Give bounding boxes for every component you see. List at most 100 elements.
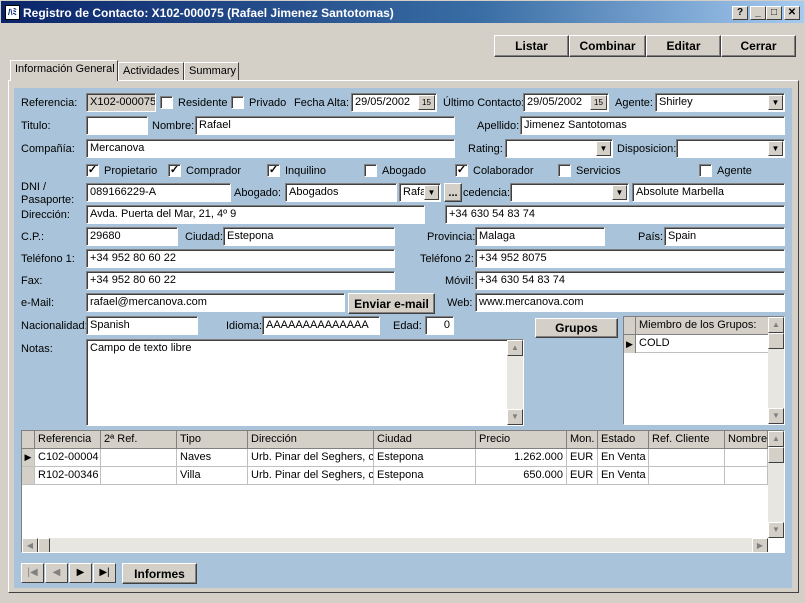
web-field[interactable]: www.mercanova.com — [475, 293, 785, 312]
propietario-checkbox[interactable]: ✓ — [86, 164, 99, 177]
direccion-field[interactable]: Avda. Puerta del Mar, 21, 4º 9 — [86, 205, 425, 224]
inquilino-checkbox[interactable]: ✓ — [267, 164, 280, 177]
procedencia-detail-field[interactable]: Absolute Marbella — [632, 183, 785, 202]
help-button[interactable]: ? — [732, 6, 748, 20]
agente-select[interactable]: Shirley ▼ — [655, 93, 785, 112]
nav-last-button[interactable]: ▶| — [93, 563, 116, 583]
table-cell[interactable]: En Venta — [598, 449, 649, 467]
table-cell[interactable]: 1.262.000 — [476, 449, 567, 467]
scroll-thumb[interactable] — [768, 333, 784, 349]
table-cell[interactable]: Villa — [177, 467, 248, 485]
scroll-down-icon[interactable]: ▼ — [768, 408, 784, 424]
comprador-checkbox[interactable]: ✓ — [168, 164, 181, 177]
tab-summary[interactable]: Summary — [184, 62, 239, 80]
provincia-field[interactable]: Malaga — [475, 227, 605, 246]
tab-informacion-general[interactable]: Información General — [10, 60, 118, 81]
grid-header-mon[interactable]: Mon. — [567, 431, 598, 449]
scroll-down-icon[interactable]: ▼ — [768, 522, 784, 538]
compania-field[interactable]: Mercanova — [86, 139, 455, 158]
nav-first-button[interactable]: |◀ — [21, 563, 44, 583]
nav-prev-button[interactable]: ◀ — [45, 563, 68, 583]
scroll-down-icon[interactable]: ▼ — [507, 409, 523, 425]
table-cell[interactable]: EUR — [567, 467, 598, 485]
dni-field[interactable]: 089166229-A — [86, 183, 231, 202]
grid-header-ciudad[interactable]: Ciudad — [374, 431, 476, 449]
hscroll-thumb[interactable] — [38, 538, 50, 552]
table-cell[interactable] — [649, 467, 725, 485]
grid-header-nombre[interactable]: Nombre — [725, 431, 768, 449]
grid-header-direccion[interactable]: Dirección — [248, 431, 374, 449]
abogado-field[interactable]: Abogados — [285, 183, 397, 202]
idioma-field[interactable]: AAAAAAAAAAAAAA — [262, 316, 380, 335]
cerrar-button[interactable]: Cerrar — [721, 35, 796, 57]
chevron-down-icon[interactable]: ▼ — [768, 95, 783, 110]
scroll-up-icon[interactable]: ▲ — [768, 317, 784, 333]
ciudad-field[interactable]: Estepona — [223, 227, 395, 246]
table-cell[interactable]: Urb. Pinar del Seghers, ca — [248, 467, 374, 485]
chevron-down-icon[interactable]: ▼ — [596, 141, 611, 156]
scroll-up-icon[interactable]: ▲ — [768, 431, 784, 447]
chevron-down-icon[interactable]: ▼ — [424, 185, 439, 200]
nacionalidad-field[interactable]: Spanish — [86, 316, 198, 335]
disposicion-select[interactable]: ▼ — [676, 139, 785, 158]
chevron-down-icon[interactable]: ▼ — [612, 185, 627, 200]
grid-header-tipo[interactable]: Tipo — [177, 431, 248, 449]
table-cell[interactable] — [725, 449, 768, 467]
scroll-up-icon[interactable]: ▲ — [507, 340, 523, 356]
listar-button[interactable]: Listar — [494, 35, 569, 57]
table-cell[interactable]: 650.000 — [476, 467, 567, 485]
nav-next-button[interactable]: ▶ — [69, 563, 92, 583]
calendar-icon[interactable]: 15 — [590, 95, 607, 110]
table-cell[interactable]: C102-00004 — [35, 449, 101, 467]
grupos-button[interactable]: Grupos — [535, 318, 618, 338]
close-window-button[interactable]: ✕ — [784, 6, 800, 20]
privado-checkbox[interactable] — [231, 96, 244, 109]
rating-select[interactable]: ▼ — [505, 139, 613, 158]
scroll-left-icon[interactable]: ◀ — [22, 538, 38, 552]
agente-checkbox[interactable] — [699, 164, 712, 177]
table-cell[interactable] — [725, 467, 768, 485]
maximize-button[interactable]: □ — [766, 6, 782, 20]
table-cell[interactable]: Naves — [177, 449, 248, 467]
table-cell[interactable] — [101, 467, 177, 485]
grid-hscrollbar[interactable] — [22, 538, 768, 552]
abogado-checkbox[interactable] — [364, 164, 377, 177]
referencia-field[interactable]: X102-000075 — [86, 93, 156, 112]
minimize-button[interactable]: _ — [750, 6, 766, 20]
procedencia-select[interactable]: ▼ — [510, 183, 629, 202]
chevron-down-icon[interactable]: ▼ — [768, 141, 783, 156]
table-cell[interactable] — [649, 449, 725, 467]
apellido-field[interactable]: Jimenez Santotomas — [520, 116, 785, 135]
grid-header-precio[interactable]: Precio — [476, 431, 567, 449]
titulo-field[interactable] — [86, 116, 148, 135]
combinar-button[interactable]: Combinar — [569, 35, 646, 57]
table-cell[interactable]: Estepona — [374, 467, 476, 485]
list-item[interactable]: COLD — [636, 335, 768, 353]
grid-header-estado[interactable]: Estado — [598, 431, 649, 449]
cp-field[interactable]: 29680 — [86, 227, 178, 246]
ultimo-contacto-field[interactable]: 29/05/2002 15 — [523, 93, 609, 112]
fax-field[interactable]: +34 952 80 60 22 — [86, 271, 395, 290]
table-cell[interactable]: Estepona — [374, 449, 476, 467]
edad-field[interactable]: 0 — [425, 316, 454, 335]
ellipsis-button[interactable]: ... — [444, 183, 462, 202]
informes-button[interactable]: Informes — [122, 563, 197, 584]
grid-header-2ref[interactable]: 2ª Ref. — [101, 431, 177, 449]
email-field[interactable]: rafael@mercanova.com — [86, 293, 345, 312]
movil-field[interactable]: +34 630 54 83 74 — [475, 271, 785, 290]
tab-actividades[interactable]: Actividades — [118, 62, 184, 80]
grid-header-ref-cliente[interactable]: Ref. Cliente — [649, 431, 725, 449]
calendar-icon[interactable]: 15 — [418, 95, 435, 110]
scroll-right-icon[interactable]: ▶ — [752, 538, 768, 552]
telefono2-field[interactable]: +34 952 8075 — [475, 249, 785, 268]
editar-button[interactable]: Editar — [646, 35, 721, 57]
grid-header-referencia[interactable]: Referencia — [35, 431, 101, 449]
table-cell[interactable]: En Venta — [598, 467, 649, 485]
enviar-email-button[interactable]: Enviar e-mail — [348, 293, 435, 314]
scroll-thumb[interactable] — [768, 447, 784, 463]
telefono1-field[interactable]: +34 952 80 60 22 — [86, 249, 395, 268]
table-cell[interactable]: EUR — [567, 449, 598, 467]
nombre-field[interactable]: Rafael — [195, 116, 455, 135]
direccion-extra-field[interactable]: +34 630 54 83 74 — [445, 205, 785, 224]
fecha-alta-field[interactable]: 29/05/2002 15 — [351, 93, 437, 112]
